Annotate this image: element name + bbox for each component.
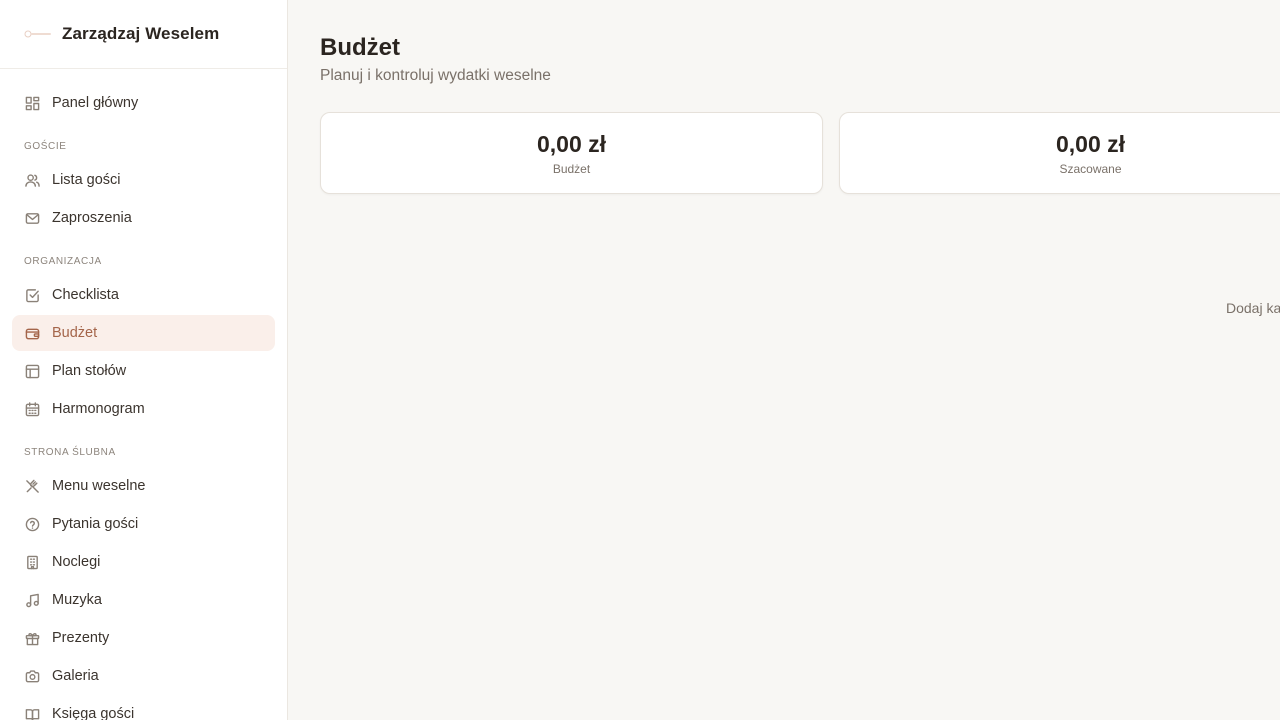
sidebar-item-dashboard[interactable]: Panel główny	[12, 85, 275, 121]
sidebar-item-budget[interactable]: Budżet	[12, 315, 275, 351]
sidebar-item-checklist[interactable]: Checklista	[12, 277, 275, 313]
sidebar-item-label: Galeria	[52, 668, 99, 684]
sidebar: Zarządzaj Weselem Panel główny Goście Li…	[0, 0, 288, 720]
sidebar-item-label: Panel główny	[52, 95, 139, 111]
sidebar-item-invitations[interactable]: Zaproszenia	[12, 200, 275, 236]
building-icon	[24, 554, 40, 570]
music-icon	[24, 592, 40, 608]
stat-value: 0,00 zł	[1055, 130, 1126, 157]
stat-card-budget: 0,00 zł Budżet	[320, 112, 823, 194]
sidebar-item-label: Noclegi	[52, 554, 101, 570]
mail-icon	[24, 210, 40, 226]
page-subtitle: Planuj i kontroluj wydatki weselne	[320, 67, 551, 84]
sidebar-item-seating-plan[interactable]: Plan stołów	[12, 353, 275, 389]
sidebar-item-wedding-menu[interactable]: Menu weselne	[12, 468, 275, 504]
sidebar-item-gallery[interactable]: Galeria	[12, 658, 275, 694]
sidebar-item-label: Budżet	[52, 325, 98, 341]
stat-label: Szacowane	[1059, 161, 1122, 176]
sidebar-item-gifts[interactable]: Prezenty	[12, 620, 275, 656]
stat-value: 0,00 zł	[536, 130, 607, 157]
sidebar-item-music[interactable]: Muzyka	[12, 582, 275, 618]
sidebar-item-label: Checklista	[52, 287, 119, 303]
stat-label: Budżet	[552, 161, 591, 176]
table-layout-icon	[24, 363, 40, 379]
wallet-icon	[24, 325, 40, 341]
sidebar-item-label: Prezenty	[52, 630, 110, 646]
app-title: Zarządzaj Weselem	[62, 24, 220, 43]
sidebar-item-label: Zaproszenia	[52, 210, 132, 226]
checkbox-icon	[24, 287, 40, 303]
section-label-guests: Goście	[24, 141, 67, 152]
brand-header[interactable]: Zarządzaj Weselem	[0, 0, 287, 69]
sidebar-item-label: Plan stołów	[52, 363, 127, 379]
sidebar-item-guestbook[interactable]: Księga gości	[12, 696, 275, 720]
sidebar-item-label: Lista gości	[52, 172, 121, 188]
sidebar-item-label: Księga gości	[52, 706, 135, 720]
sidebar-item-label: Menu weselne	[52, 478, 146, 494]
utensils-icon	[24, 478, 40, 494]
dashboard-icon	[24, 95, 40, 111]
section-label-organization: Organizacja	[24, 256, 102, 267]
help-circle-icon	[24, 516, 40, 532]
sidebar-item-accommodation[interactable]: Noclegi	[12, 544, 275, 580]
sidebar-item-label: Harmonogram	[52, 401, 145, 417]
logo-icon	[24, 29, 52, 39]
add-category-hint[interactable]: Dodaj ka	[1226, 300, 1280, 316]
book-icon	[24, 706, 40, 720]
main-content: Budżet Planuj i kontroluj wydatki weseln…	[288, 0, 1280, 720]
calendar-icon	[24, 401, 40, 417]
camera-icon	[24, 668, 40, 684]
users-icon	[24, 172, 40, 188]
stat-card-estimated: 0,00 zł Szacowane	[839, 112, 1280, 194]
sidebar-item-label: Muzyka	[52, 592, 102, 608]
section-label-wedding-site: Strona ślubna	[24, 447, 116, 458]
gift-icon	[24, 630, 40, 646]
page-title: Budżet	[320, 34, 400, 61]
sidebar-item-schedule[interactable]: Harmonogram	[12, 391, 275, 427]
sidebar-item-guest-list[interactable]: Lista gości	[12, 162, 275, 198]
sidebar-item-guest-questions[interactable]: Pytania gości	[12, 506, 275, 542]
sidebar-item-label: Pytania gości	[52, 516, 139, 532]
